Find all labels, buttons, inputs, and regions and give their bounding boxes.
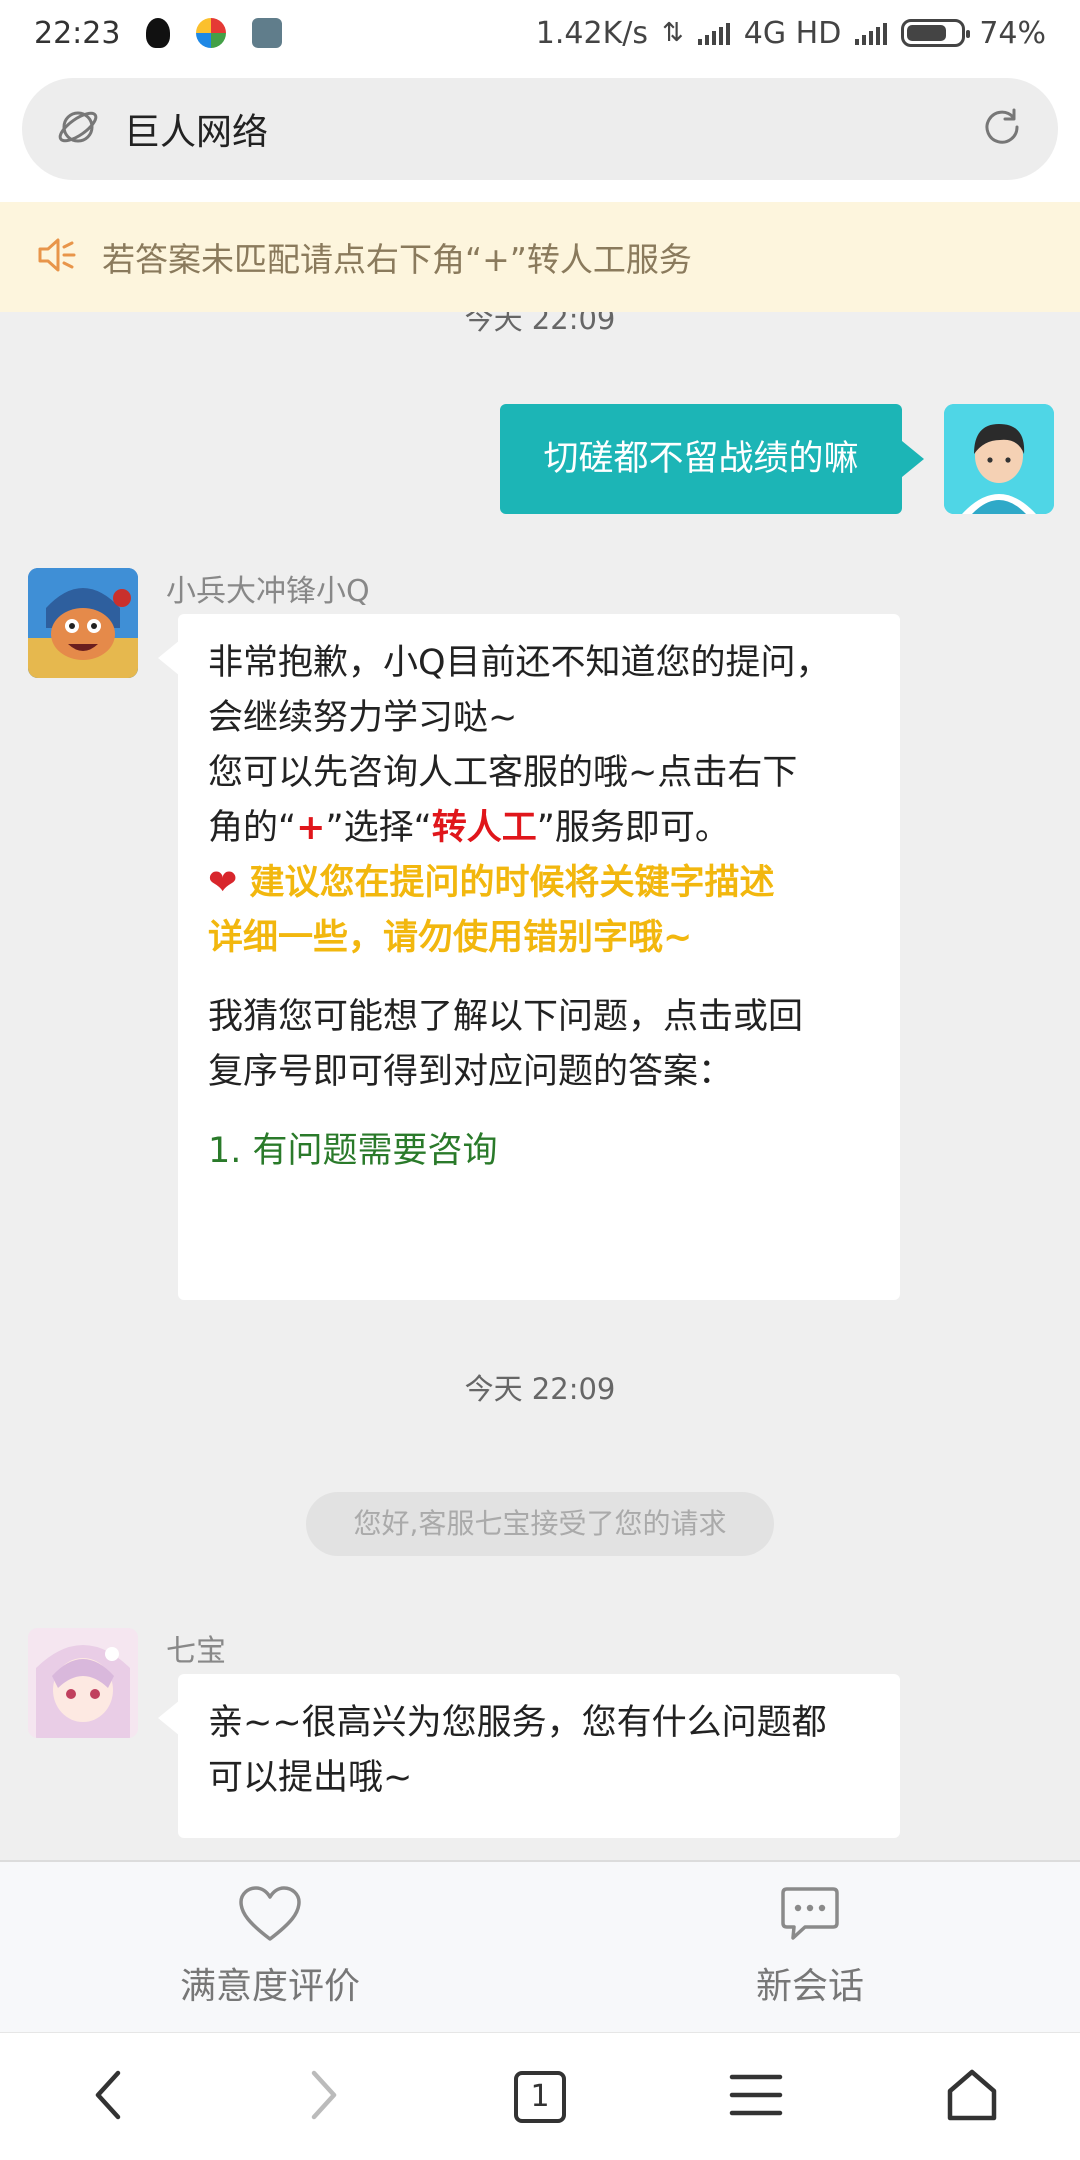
notice-banner: 若答案未匹配请点右下角“+”转人工服务 <box>0 202 1080 312</box>
heart-outline-icon <box>237 1885 303 1947</box>
bot-avatar[interactable] <box>28 568 138 678</box>
signal-2-icon <box>855 21 888 45</box>
planet-icon <box>56 105 100 153</box>
reload-icon[interactable] <box>980 105 1024 153</box>
chat-bubble-icon <box>779 1885 841 1947</box>
page-title: 巨人网络 <box>124 112 269 153</box>
data-transfer-icon: ⇅ <box>661 18 684 48</box>
chevron-right-icon <box>304 2067 344 2127</box>
bot-text-line: 您可以先咨询人工客服的哦~点击右下 <box>208 753 798 793</box>
qq-icon <box>146 18 171 48</box>
menu-button[interactable] <box>696 2047 816 2147</box>
chat-area[interactable]: 今天 22:09 切磋都不留战绩的嘛 小兵大冲锋小Q 非常抱歉，小Q目前还不知道… <box>0 312 1080 1860</box>
signal-icon <box>697 21 730 45</box>
faq-option[interactable]: 1. 有问题需要咨询 <box>208 1124 870 1179</box>
bot-text-line: 角的“+”选择“转人工”服务即可。 <box>208 801 870 856</box>
clock: 22:23 <box>34 15 121 51</box>
new-session-button[interactable]: 新会话 <box>540 1862 1080 2032</box>
bot-text-fragment: 角的“ <box>208 808 297 848</box>
bot-text-line: 会继续努力学习哒~ <box>208 698 518 738</box>
browser-nav-bar: 1 <box>0 2032 1080 2160</box>
timestamp: 今天 22:09 <box>464 1372 616 1406</box>
chevron-left-icon <box>88 2067 128 2127</box>
new-session-label: 新会话 <box>755 1966 864 2007</box>
bot-message-bubble[interactable]: 非常抱歉，小Q目前还不知道您的提问， 会继续努力学习哒~ 您可以先咨询人工客服的… <box>158 614 900 1300</box>
home-button[interactable] <box>912 2047 1032 2147</box>
agent-message-bubble[interactable]: 亲~~很高兴为您服务，您有什么问题都 可以提出哦~ <box>158 1674 900 1838</box>
rate-button[interactable]: 满意度评价 <box>0 1862 540 2032</box>
tip-line: ❤ 建议您在提问的时候将关键字描述 <box>208 856 870 911</box>
bot-text-fragment: ”服务即可。 <box>536 808 730 848</box>
agent-name: 七宝 <box>166 1634 226 1669</box>
tip-text: 建议您在提问的时候将关键字描述 <box>237 863 775 903</box>
address-bar[interactable]: 巨人网络 <box>22 78 1058 180</box>
hamburger-menu-icon <box>729 2072 783 2122</box>
notice-text: 若答案未匹配请点右下角“+”转人工服务 <box>102 240 692 279</box>
timestamp: 今天 22:09 <box>464 312 616 336</box>
tip-line: 详细一些，请勿使用错别字哦~ <box>208 918 693 958</box>
system-message: 您好,客服七宝接受了您的请求 <box>306 1492 774 1556</box>
agent-text-line: 可以提出哦~ <box>208 1758 413 1798</box>
browser-icon <box>196 18 227 48</box>
speaker-icon <box>34 233 78 281</box>
forward-button[interactable] <box>264 2047 384 2147</box>
bot-text-fragment: ”选择“ <box>325 808 432 848</box>
heart-icon: ❤ <box>208 863 238 903</box>
bot-text-line: 我猜您可能想了解以下问题，点击或回 <box>208 997 804 1037</box>
chat-action-bar: 满意度评价 新会话 <box>0 1860 1080 2032</box>
back-button[interactable] <box>48 2047 168 2147</box>
tabs-button[interactable]: 1 <box>480 2047 600 2147</box>
network-type: 4G HD <box>743 15 842 51</box>
home-icon <box>944 2067 1000 2127</box>
rate-label: 满意度评价 <box>179 1966 360 2007</box>
status-bar: 22:23 1.42K/s ⇅ 4G HD 74% <box>0 0 1080 66</box>
agent-avatar[interactable] <box>28 1628 138 1738</box>
user-avatar[interactable] <box>944 404 1054 514</box>
bot-text-line: 非常抱歉，小Q目前还不知道您的提问， <box>208 643 831 683</box>
transfer-highlight: 转人工 <box>431 808 537 848</box>
bot-text-line: 复序号即可得到对应问题的答案： <box>208 1052 734 1092</box>
plus-highlight: + <box>296 808 326 848</box>
agent-text-line: 亲~~很高兴为您服务，您有什么问题都 <box>208 1703 827 1743</box>
battery-percent: 74% <box>979 15 1046 51</box>
bot-name: 小兵大冲锋小Q <box>166 574 370 609</box>
browser-top-bar: 巨人网络 <box>0 66 1080 202</box>
battery-icon <box>901 19 971 47</box>
calculator-icon <box>252 18 283 48</box>
tab-count: 1 <box>514 2070 566 2123</box>
network-speed: 1.42K/s <box>535 15 648 51</box>
my-message-bubble[interactable]: 切磋都不留战绩的嘛 <box>500 404 924 514</box>
